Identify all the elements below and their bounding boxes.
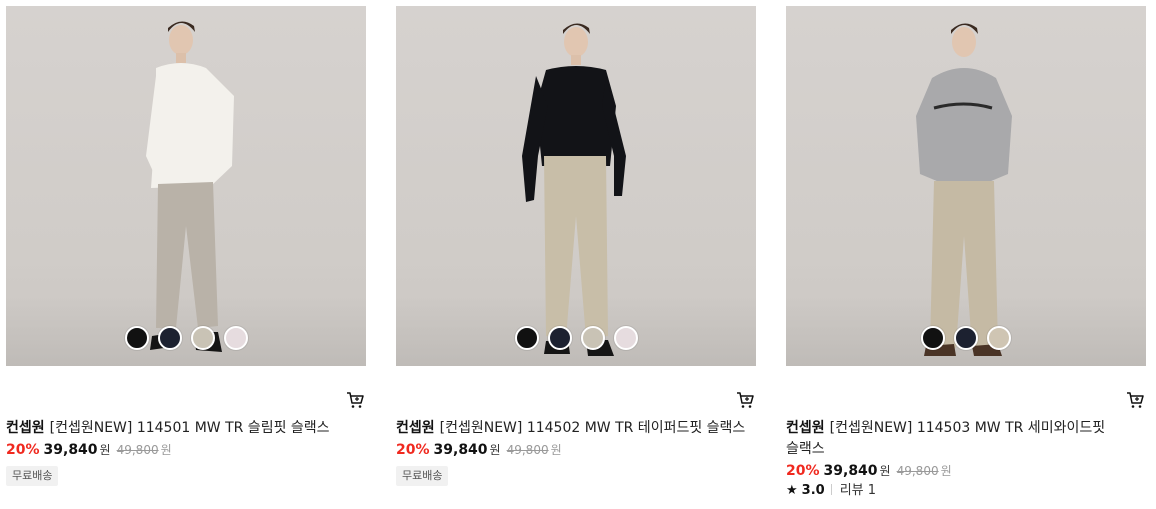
product-title[interactable]: 컨셉원 [컨셉원NEW] 114501 MW TR 슬림핏 슬랙스	[6, 418, 366, 439]
sale-price: 39,840	[823, 463, 878, 479]
color-swatch-navy[interactable]	[954, 326, 978, 350]
discount-rate: 20%	[786, 463, 820, 479]
model-photo	[916, 23, 1012, 356]
free-shipping-badge: 무료배송	[396, 466, 449, 486]
product-title[interactable]: 컨셉원 [컨셉원NEW] 114503 MW TR 세미와이드핏 슬랙스	[786, 418, 1146, 460]
color-swatch-pink[interactable]	[613, 326, 638, 350]
color-swatch-beige[interactable]	[190, 326, 215, 350]
color-swatch-beige[interactable]	[987, 326, 1011, 350]
product-info: 컨셉원 [컨셉원NEW] 114501 MW TR 슬림핏 슬랙스 20% 39,8…	[6, 418, 366, 486]
sale-price: 39,840	[433, 442, 488, 458]
original-price-unit: 원	[160, 443, 172, 457]
price-unit: 원	[489, 443, 501, 457]
product-card[interactable]: 컨셉원 [컨셉원NEW] 114503 MW TR 세미와이드핏 슬랙스 20% 3…	[786, 6, 1146, 498]
cart-icon[interactable]	[736, 391, 754, 409]
product-image[interactable]	[6, 6, 366, 366]
color-swatch-black[interactable]	[124, 326, 149, 350]
rating-score: 3.0	[801, 483, 825, 498]
brand-name[interactable]: 컨셉원	[6, 420, 45, 436]
color-swatch-beige[interactable]	[580, 326, 605, 350]
product-title[interactable]: 컨셉원 [컨셉원NEW] 114502 MW TR 테이퍼드핏 슬랙스	[396, 418, 756, 439]
cart-icon[interactable]	[346, 391, 364, 409]
product-name[interactable]: [컨셉원NEW] 114503 MW TR 세미와이드핏 슬랙스	[786, 420, 1105, 457]
star-icon: ★	[786, 483, 798, 498]
product-info: 컨셉원 [컨셉원NEW] 114502 MW TR 테이퍼드핏 슬랙스 20% 39…	[396, 418, 756, 486]
product-info: 컨셉원 [컨셉원NEW] 114503 MW TR 세미와이드핏 슬랙스 20% 3…	[786, 418, 1146, 500]
product-image[interactable]	[396, 6, 756, 366]
color-swatch-pink[interactable]	[223, 326, 248, 350]
color-swatch-navy[interactable]	[157, 326, 182, 350]
brand-name[interactable]: 컨셉원	[786, 420, 825, 436]
rating-row: ★ 3.0 리뷰 1	[786, 482, 1146, 500]
cart-icon[interactable]	[1126, 391, 1144, 409]
price-row: 20% 39,840 원 49,800 원	[6, 440, 366, 460]
product-name[interactable]: [컨셉원NEW] 114502 MW TR 테이퍼드핏 슬랙스	[440, 420, 746, 436]
model-photo	[522, 23, 626, 356]
brand-name[interactable]: 컨셉원	[396, 420, 435, 436]
product-image[interactable]	[786, 6, 1146, 366]
color-swatches	[396, 326, 756, 350]
original-price-unit: 원	[550, 443, 562, 457]
original-price: 49,800	[116, 443, 159, 457]
color-swatch-navy[interactable]	[547, 326, 572, 350]
color-swatches	[786, 326, 1146, 350]
discount-rate: 20%	[6, 442, 40, 458]
color-swatch-black[interactable]	[921, 326, 945, 350]
original-price-unit: 원	[940, 464, 952, 478]
color-swatches	[6, 326, 366, 350]
price-row: 20% 39,840 원 49,800 원	[786, 461, 1146, 481]
product-name[interactable]: [컨셉원NEW] 114501 MW TR 슬림핏 슬랙스	[50, 420, 330, 436]
price-unit: 원	[99, 443, 111, 457]
divider	[830, 484, 832, 495]
color-swatch-black[interactable]	[514, 326, 539, 350]
price-unit: 원	[879, 464, 891, 478]
product-card[interactable]: 컨셉원 [컨셉원NEW] 114502 MW TR 테이퍼드핏 슬랙스 20% 39…	[396, 6, 756, 486]
sale-price: 39,840	[43, 442, 98, 458]
product-card[interactable]: 컨셉원 [컨셉원NEW] 114501 MW TR 슬림핏 슬랙스 20% 39,8…	[6, 6, 366, 486]
review-count[interactable]: 리뷰 1	[840, 483, 876, 498]
price-row: 20% 39,840 원 49,800 원	[396, 440, 756, 460]
free-shipping-badge: 무료배송	[6, 466, 59, 486]
discount-rate: 20%	[396, 442, 430, 458]
original-price: 49,800	[896, 464, 939, 478]
model-photo	[146, 21, 234, 352]
product-grid: 컨셉원 [컨셉원NEW] 114501 MW TR 슬림핏 슬랙스 20% 39,8…	[0, 0, 1156, 509]
original-price: 49,800	[506, 443, 549, 457]
